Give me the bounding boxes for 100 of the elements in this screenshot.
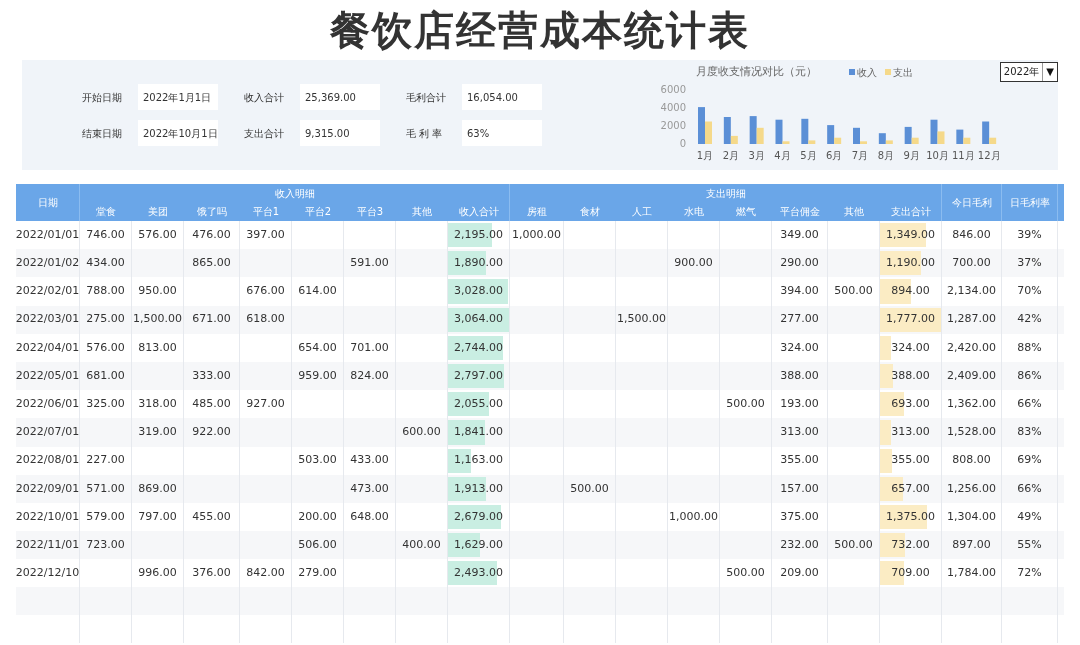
table-cell-text: 397.00 [246, 226, 285, 243]
table-cell-text: 506.00 [298, 536, 337, 553]
table-cell-text: 579.00 [86, 508, 125, 525]
table-cell: 227.00 [86, 452, 125, 469]
table-cell-text: 1,349.00 [886, 226, 935, 243]
table-cell-text: 55% [1017, 536, 1042, 553]
legend-label: 收入 [856, 65, 877, 80]
table-cell: 900.00 [674, 255, 713, 272]
table-cell: 433.00 [350, 452, 389, 469]
x-tick-label: 12月 [977, 150, 1001, 162]
table-cell: 894.00 [891, 283, 930, 300]
table-cell-text: 2,409.00 [947, 367, 996, 384]
column-header: 美团 [148, 205, 168, 219]
x-tick-label: 11月 [951, 150, 975, 162]
table-cell: 922.00 [192, 424, 231, 441]
column-header: 平台3 [356, 205, 384, 219]
table-cell: 500.00 [726, 565, 765, 582]
summary-value-field: 9,315.00 [300, 120, 380, 146]
table-cell-text: 576.00 [86, 339, 125, 356]
table-cell: 42% [1017, 311, 1042, 328]
table-cell-text: 349.00 [780, 226, 819, 243]
table-cell-text: 2022/01/01 [15, 226, 80, 243]
year-select[interactable]: 2022年 ▼ [999, 61, 1058, 82]
table-cell: 676.00 [246, 283, 285, 300]
summary-label: 收入合计 [243, 90, 285, 105]
table-cell: 37% [1017, 255, 1042, 272]
table-cell: 434.00 [86, 255, 125, 272]
column-header: 饿了吗 [197, 205, 227, 219]
table-cell-text: 648.00 [350, 508, 389, 525]
x-tick-label: 5月 [800, 150, 817, 162]
column-header: 水电 [684, 205, 704, 219]
table-cell-text: 39% [1017, 226, 1042, 243]
table-cell-text: 232.00 [780, 536, 819, 553]
table-cell: 788.00 [86, 283, 125, 300]
table-cell-text: 2,744.00 [454, 339, 503, 356]
table-cell-text: 1,304.00 [947, 508, 996, 525]
table-cell-text: 500.00 [834, 536, 873, 553]
table-cell: 277.00 [780, 311, 819, 328]
y-tick-label: 0 [679, 138, 686, 150]
x-tick-label: 2月 [722, 150, 739, 162]
table-cell: 996.00 [138, 565, 177, 582]
legend-label: 支出 [892, 65, 913, 80]
table-cell-text: 200.00 [298, 508, 337, 525]
table-cell-text: 455.00 [192, 508, 231, 525]
table-cell: 83% [1017, 424, 1042, 441]
table-cell: 1,500.00 [133, 311, 182, 328]
table-cell: 1,500.00 [617, 311, 666, 328]
summary-label: 支出合计 [243, 126, 285, 141]
x-tick-label: 3月 [748, 150, 765, 162]
table-cell-text: 1,629.00 [454, 536, 503, 553]
table-cell: 2022/08/01 [15, 452, 80, 469]
table-cell: 2022/02/01 [15, 283, 80, 300]
table-cell: 700.00 [952, 255, 991, 272]
table-cell-text: 1,000.00 [512, 226, 561, 243]
table-cell: 319.00 [138, 424, 177, 441]
table-cell-text: 693.00 [891, 395, 930, 412]
column-header: 收入合计 [458, 205, 499, 219]
table-cell-text: 701.00 [350, 339, 389, 356]
table-cell: 1,287.00 [947, 311, 996, 328]
table-cell-text: 959.00 [298, 367, 337, 384]
y-tick-label: 6000 [660, 84, 686, 96]
table-cell: 313.00 [891, 424, 930, 441]
table-cell: 2022/03/01 [15, 311, 80, 328]
table-cell: 1,163.00 [454, 452, 503, 469]
table-cell: 2022/07/01 [15, 424, 80, 441]
table-cell-text: 500.00 [570, 480, 609, 497]
table-cell-text: 576.00 [138, 226, 177, 243]
x-tick-label: 1月 [696, 150, 714, 162]
table-cell-text: 927.00 [246, 395, 285, 412]
table-cell-text: 1,000.00 [669, 508, 718, 525]
column-header: 食材 [580, 205, 600, 219]
table-cell: 503.00 [298, 452, 337, 469]
column-header: 平台2 [304, 205, 332, 219]
summary-label: 毛 利 率 [405, 126, 444, 141]
table-cell-text: 2022/04/01 [15, 339, 80, 356]
table-cell: 865.00 [192, 255, 231, 272]
table-cell: 1,890.00 [454, 255, 503, 272]
column-header: 房租 [527, 205, 547, 219]
table-cell-text: 2,420.00 [947, 339, 996, 356]
table-cell: 808.00 [952, 452, 991, 469]
x-tick-label: 6月 [825, 150, 843, 162]
table-cell: 355.00 [780, 452, 819, 469]
x-tick-label: 9月 [903, 150, 920, 162]
column-header: 支出合计 [890, 205, 931, 219]
table-cell-text: 869.00 [138, 480, 177, 497]
table-cell-text: 824.00 [350, 367, 389, 384]
x-tick-label: 10月 [926, 150, 949, 162]
y-tick-label: 2000 [660, 120, 686, 132]
table-cell-text: 897.00 [952, 536, 991, 553]
table-cell-text: 1,256.00 [947, 480, 996, 497]
table-cell-text: 846.00 [952, 226, 991, 243]
column-header: 燃气 [736, 205, 756, 219]
table-cell-text: 2022/10/01 [15, 508, 80, 525]
x-tick-label: 7月 [851, 150, 869, 162]
column-header: 日毛利率 [1009, 196, 1050, 210]
table-cell-text: 66% [1017, 480, 1042, 497]
column-header: 日期 [37, 196, 58, 210]
table-cell-text: 657.00 [891, 480, 930, 497]
table-cell-text: 1,913.00 [454, 480, 503, 497]
group-header: 收入明细 [274, 186, 315, 201]
